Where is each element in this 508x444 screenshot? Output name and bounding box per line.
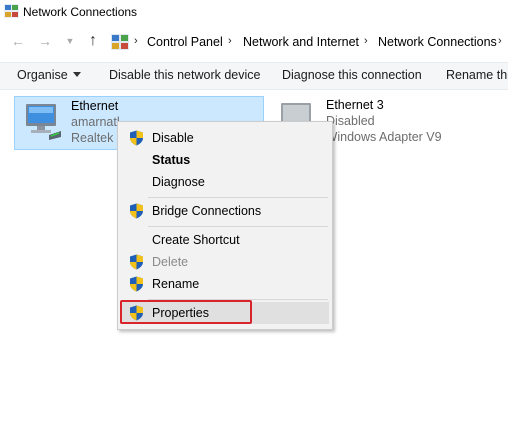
network-connections-icon — [4, 4, 19, 18]
menu-item-label: Create Shortcut — [152, 233, 240, 247]
breadcrumb-network-connections[interactable]: Network Connections — [378, 35, 497, 49]
menu-item-label: Rename — [152, 277, 200, 291]
menu-item-label: Diagnose — [152, 175, 205, 189]
network-adapter-icon — [26, 104, 61, 140]
window-title: Network Connections — [23, 5, 138, 19]
disable-device-button[interactable]: Disable this network device — [109, 68, 260, 82]
address-bar[interactable]: › Control Panel › Network and Internet ›… — [105, 31, 508, 53]
menu-item-disable[interactable]: Disable — [120, 127, 329, 149]
command-bar: Organise Disable this network device Dia… — [0, 62, 508, 90]
shield-icon — [130, 276, 143, 292]
rename-connection-button[interactable]: Rename this — [446, 68, 508, 82]
breadcrumb-network-and-internet[interactable]: Network and Internet — [243, 35, 359, 49]
connection-status: Disabled — [326, 114, 375, 128]
menu-item-label: Delete — [152, 255, 189, 269]
menu-item-status[interactable]: Status — [120, 149, 329, 171]
forward-arrow-icon[interactable]: → — [37, 33, 53, 49]
shield-icon — [130, 254, 143, 270]
breadcrumb-separator-icon[interactable]: › — [364, 35, 368, 47]
shield-icon — [130, 130, 143, 146]
breadcrumb-control-panel[interactable]: Control Panel — [147, 35, 223, 49]
breadcrumb-separator-icon[interactable]: › — [228, 35, 232, 47]
recent-locations-chevron-icon[interactable]: ▼ — [62, 33, 78, 49]
control-panel-icon — [111, 34, 129, 50]
breadcrumb-separator-icon[interactable]: › — [498, 35, 502, 47]
up-arrow-icon[interactable]: ↑ — [85, 33, 101, 49]
title-bar: Network Connections — [0, 0, 508, 24]
menu-item-create-shortcut[interactable]: Create Shortcut — [120, 229, 329, 251]
context-menu: Disable Status Diagnose Bridge Connectio… — [117, 121, 333, 330]
shield-icon — [130, 203, 143, 219]
menu-separator — [148, 197, 328, 198]
diagnose-connection-button[interactable]: Diagnose this connection — [282, 68, 422, 82]
breadcrumb-separator-icon[interactable]: › — [134, 35, 138, 47]
menu-item-diagnose[interactable]: Diagnose — [120, 171, 329, 193]
menu-item-label: Bridge Connections — [152, 204, 262, 218]
menu-item-rename[interactable]: Rename — [120, 273, 329, 295]
connection-adapter: Realtek P... — [71, 131, 119, 145]
menu-separator — [148, 226, 328, 227]
connection-name: Ethernet — [71, 99, 119, 113]
chevron-down-icon — [72, 72, 81, 77]
back-arrow-icon[interactable]: ← — [10, 33, 26, 49]
menu-item-label: Status — [152, 153, 191, 167]
connection-name: Ethernet 3 — [326, 98, 384, 112]
navigation-bar: ← → ▼ ↑ › Control Panel › Network and In… — [0, 29, 508, 55]
menu-item-delete[interactable]: Delete — [120, 251, 329, 273]
organise-button[interactable]: Organise — [17, 68, 81, 82]
properties-highlight-outline — [120, 300, 252, 324]
connection-account: amarnath@hot... — [71, 115, 119, 129]
menu-item-label: Disable — [152, 131, 194, 145]
organise-label: Organise — [17, 68, 68, 82]
menu-item-bridge-connections[interactable]: Bridge Connections — [120, 200, 329, 222]
